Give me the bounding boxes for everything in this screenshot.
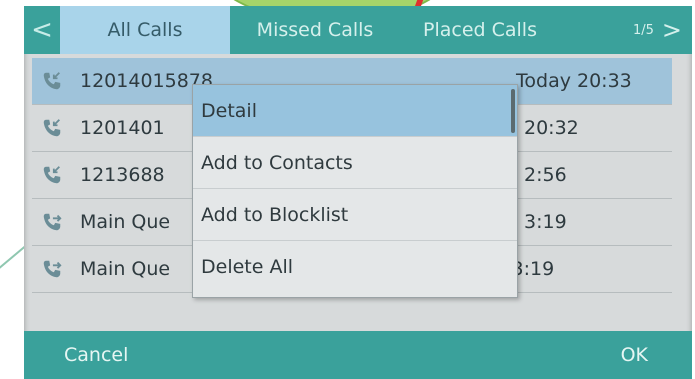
call-number: Main Que	[80, 211, 171, 233]
page-indicator: 1/5 >	[633, 16, 692, 44]
menu-item-detail[interactable]: Detail	[193, 85, 517, 137]
menu-item-add-to-contacts[interactable]: Add to Contacts	[193, 137, 517, 189]
call-log-tab-bar: < All Calls Missed Calls Placed Calls 1/…	[24, 6, 692, 54]
call-time: Today 20:33	[516, 70, 632, 92]
softkey-bar: Cancel OK	[24, 331, 692, 379]
call-time: 3:19	[524, 211, 567, 233]
menu-scrollbar[interactable]	[511, 89, 515, 133]
received-call-icon	[32, 117, 72, 139]
menu-item-add-to-blocklist[interactable]: Add to Blocklist	[193, 189, 517, 241]
received-call-icon	[32, 70, 72, 92]
call-number: Main Que	[80, 258, 171, 280]
forwarded-call-icon	[32, 211, 72, 233]
cancel-button[interactable]: Cancel	[64, 344, 128, 366]
call-time: 20:32	[524, 117, 579, 139]
call-number: 1201401	[80, 117, 165, 139]
page-number: 1/5	[632, 22, 654, 38]
tab-all-calls[interactable]: All Calls	[60, 6, 230, 54]
back-arrow-icon[interactable]: <	[24, 6, 60, 54]
tab-placed-calls[interactable]: Placed Calls	[400, 6, 560, 54]
call-time: 2:56	[524, 164, 567, 186]
next-arrow-icon[interactable]: >	[662, 16, 682, 44]
menu-item-delete-all[interactable]: Delete All	[193, 241, 517, 292]
call-options-menu: Detail Add to Contacts Add to Blocklist …	[192, 84, 518, 298]
received-call-icon	[32, 164, 72, 186]
forwarded-call-icon	[32, 258, 72, 280]
ok-button[interactable]: OK	[621, 344, 648, 366]
tab-missed-calls[interactable]: Missed Calls	[230, 6, 400, 54]
phone-screen: < All Calls Missed Calls Placed Calls 1/…	[24, 6, 692, 379]
call-number: 1213688	[80, 164, 165, 186]
